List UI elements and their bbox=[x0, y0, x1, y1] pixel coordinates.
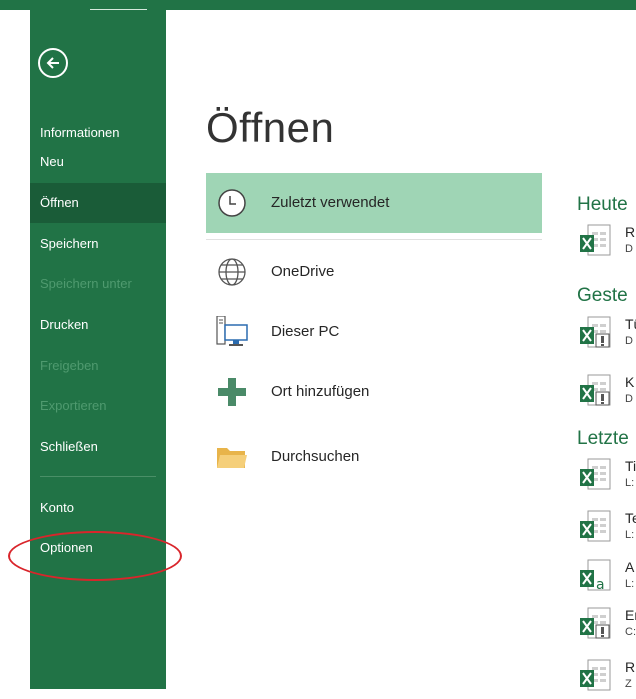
excel-warning-file-icon bbox=[580, 374, 611, 406]
svg-text:a: a bbox=[596, 577, 605, 593]
back-button[interactable] bbox=[38, 48, 68, 78]
folder-icon bbox=[217, 448, 247, 468]
globe-icon bbox=[218, 258, 246, 286]
page-title: Öffnen bbox=[206, 104, 335, 151]
file-name: A bbox=[625, 559, 635, 575]
file-path: L: bbox=[625, 477, 635, 489]
nav-speichern-unter[interactable]: Speichern unter bbox=[30, 264, 166, 304]
excel-warning-file-icon bbox=[580, 316, 611, 348]
location-recent[interactable]: Zuletzt verwendet bbox=[206, 173, 542, 233]
recent-file[interactable]: Ti L: bbox=[579, 458, 636, 498]
file-name: R bbox=[625, 659, 636, 675]
file-name: Te bbox=[625, 510, 636, 526]
location-add-place[interactable]: Ort hinzufügen bbox=[206, 362, 542, 422]
section-older: Letzte bbox=[577, 428, 629, 449]
location-browse[interactable]: Durchsuchen bbox=[206, 427, 542, 487]
location-onedrive-label: OneDrive bbox=[271, 263, 335, 280]
file-name: Tü bbox=[625, 316, 636, 332]
nav-schliessen[interactable]: Schließen bbox=[30, 427, 166, 467]
location-divider bbox=[206, 239, 542, 240]
file-path: L: bbox=[625, 529, 635, 541]
location-add-place-label: Ort hinzufügen bbox=[271, 383, 370, 400]
file-path: Z bbox=[625, 678, 632, 690]
excel-addin-file-icon: a bbox=[580, 559, 611, 593]
backstage-sidebar: Informationen Neu Öffnen Speichern Speic… bbox=[30, 10, 166, 689]
recent-file[interactable]: K D bbox=[579, 374, 636, 414]
nav-freigeben[interactable]: Freigeben bbox=[30, 346, 166, 386]
nav-exportieren[interactable]: Exportieren bbox=[30, 386, 166, 426]
nav-oeffnen[interactable]: Öffnen bbox=[30, 183, 166, 223]
plus-icon bbox=[218, 378, 246, 406]
recent-file[interactable]: Tü D bbox=[579, 316, 636, 356]
location-recent-label: Zuletzt verwendet bbox=[271, 194, 390, 211]
computer-icon bbox=[216, 316, 248, 346]
excel-file-icon bbox=[580, 458, 611, 490]
excel-file-icon bbox=[580, 224, 611, 256]
excel-file-icon bbox=[580, 510, 611, 542]
window-edge bbox=[0, 10, 30, 689]
arrow-left-icon bbox=[46, 57, 59, 69]
file-name: K bbox=[625, 374, 635, 390]
file-path: C: bbox=[625, 626, 636, 638]
section-today: Heute bbox=[577, 194, 628, 215]
excel-warning-file-icon bbox=[580, 607, 611, 639]
nav-divider bbox=[40, 476, 156, 477]
location-browse-label: Durchsuchen bbox=[271, 448, 360, 465]
clock-icon bbox=[218, 189, 246, 217]
recent-file[interactable]: R Z bbox=[579, 659, 636, 699]
recent-file[interactable]: a A L: bbox=[579, 559, 636, 599]
nav-optionen[interactable]: Optionen bbox=[30, 528, 166, 568]
file-name: R bbox=[625, 224, 636, 240]
nav-neu[interactable]: Neu bbox=[30, 142, 166, 182]
recent-file[interactable]: Er C: bbox=[579, 607, 636, 647]
file-name: Ti bbox=[625, 458, 636, 474]
file-path: L: bbox=[625, 578, 635, 590]
nav-konto[interactable]: Konto bbox=[30, 488, 166, 528]
file-path: D bbox=[625, 243, 633, 255]
section-yesterday: Geste bbox=[577, 285, 628, 306]
recent-file[interactable]: R D bbox=[579, 224, 636, 264]
excel-file-icon bbox=[580, 659, 611, 691]
nav-drucken[interactable]: Drucken bbox=[30, 305, 166, 345]
location-this-pc[interactable]: Dieser PC bbox=[206, 302, 542, 362]
location-onedrive[interactable]: OneDrive bbox=[206, 242, 542, 302]
recent-file[interactable]: Te L: bbox=[579, 510, 636, 550]
file-path: D bbox=[625, 393, 633, 405]
open-pane: Öffnen Zuletzt verwendet OneDrive Dieser… bbox=[166, 10, 636, 691]
file-name: Er bbox=[625, 607, 636, 623]
nav-speichern[interactable]: Speichern bbox=[30, 224, 166, 264]
file-path: D bbox=[625, 335, 633, 347]
location-this-pc-label: Dieser PC bbox=[271, 323, 340, 340]
